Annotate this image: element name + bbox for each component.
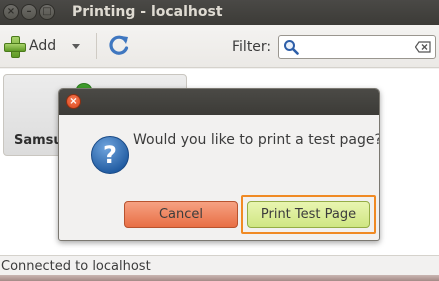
add-label: Add <box>29 38 57 54</box>
statusbar: Connected to localhost <box>0 255 439 275</box>
filter-label: Filter: <box>232 39 272 55</box>
close-icon[interactable]: × <box>66 94 81 109</box>
toolbar-separator <box>96 33 97 59</box>
chevron-down-icon[interactable] <box>72 44 80 49</box>
cancel-button[interactable]: Cancel <box>124 201 238 228</box>
refresh-icon[interactable] <box>107 33 131 57</box>
dialog-message: Would you like to print a test page? <box>133 132 380 148</box>
question-icon: ? <box>91 136 129 174</box>
test-page-dialog: × ? Would you like to print a test page?… <box>58 88 380 241</box>
search-icon <box>284 40 299 55</box>
filter-input[interactable] <box>278 35 436 59</box>
clear-icon[interactable] <box>415 41 431 53</box>
window-titlebar: × – □ Printing - localhost <box>0 0 439 25</box>
add-button[interactable]: Add <box>2 33 88 59</box>
desktop-strip <box>0 275 439 281</box>
dialog-titlebar: × <box>59 89 379 115</box>
plus-icon <box>4 36 26 58</box>
toolbar: Add Filter: <box>0 25 439 68</box>
svg-text:?: ? <box>103 141 117 169</box>
window-close-icon[interactable]: × <box>3 4 19 20</box>
print-test-page-button[interactable]: Print Test Page <box>247 201 370 228</box>
status-text: Connected to localhost <box>1 259 151 274</box>
window-maximize-icon[interactable]: □ <box>39 4 55 20</box>
window-title: Printing - localhost <box>72 4 223 20</box>
window-minimize-icon[interactable]: – <box>21 4 37 20</box>
